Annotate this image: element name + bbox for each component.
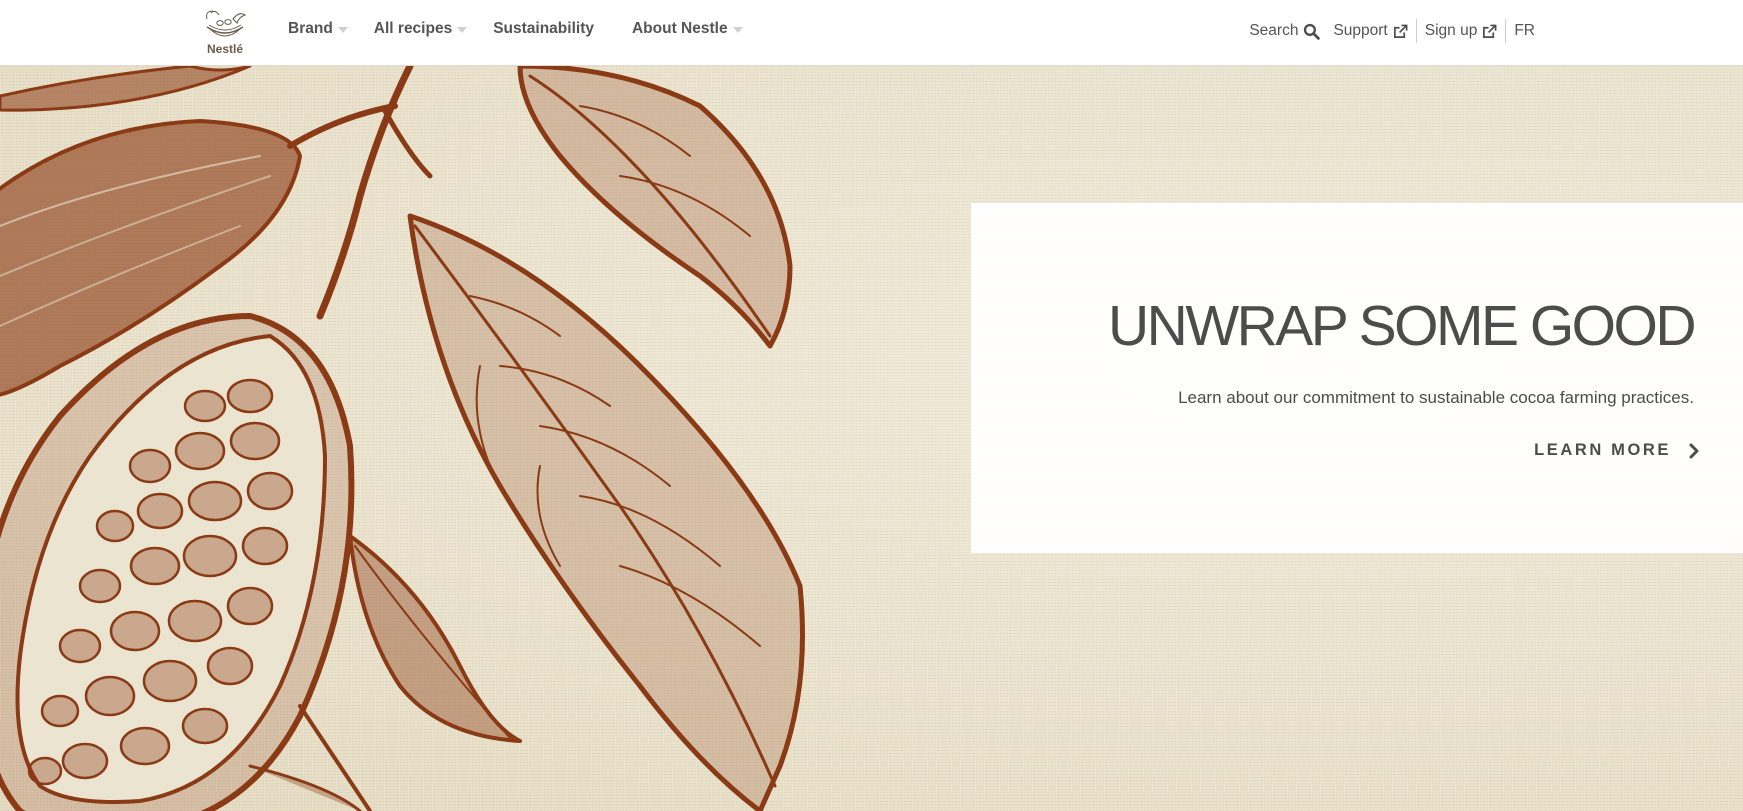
promo-title: UNWRAP SOME GOOD [1108,294,1697,358]
promo-subtitle: Learn about our commitment to sustainabl… [1178,388,1694,407]
support-link[interactable]: Support [1333,22,1408,40]
nav-all-recipes[interactable]: All recipes [373,0,468,58]
language-toggle[interactable]: FR [1514,22,1535,40]
utility-divider [1505,19,1507,43]
search-label: Search [1249,22,1299,39]
search-button[interactable]: Search [1249,22,1321,40]
nav-brand[interactable]: Brand [288,0,348,58]
nav-sustainability-label: Sustainability [493,20,594,37]
nav-all-recipes-label: All recipes [373,20,453,37]
site-header: Nestlé Brand All recipes Sustainability … [0,0,1743,66]
nav-brand-label: Brand [288,20,333,37]
learn-more-link[interactable]: LEARN MORE [1534,441,1701,460]
utility-nav: Search Support Sign up FR [1249,0,1535,62]
signup-link[interactable]: Sign up [1425,22,1498,40]
nav-about-nestle-label: About Nestle [631,20,728,37]
external-link-icon [1393,24,1408,38]
caret-down-icon [457,27,468,33]
nestle-nest-logo-icon: Nestlé [206,10,247,56]
hero-banner: UNWRAP SOME GOOD Learn about our commitm… [0,66,1743,811]
signup-label: Sign up [1424,22,1478,39]
promo-card: UNWRAP SOME GOOD Learn about our commitm… [971,203,1743,553]
utility-divider [1415,19,1417,43]
main-nav: Brand All recipes Sustainability About N… [288,0,743,58]
learn-more-label: LEARN MORE [1534,441,1671,459]
nestle-logo[interactable]: Nestlé [199,5,251,57]
nav-sustainability[interactable]: Sustainability [493,0,594,58]
chevron-right-icon [1689,443,1699,458]
caret-down-icon [337,27,348,33]
language-label: FR [1514,22,1535,39]
nav-about-nestle[interactable]: About Nestle [632,0,743,58]
external-link-icon [1483,24,1497,38]
support-label: Support [1333,22,1388,39]
search-icon [1304,23,1321,40]
cocoa-pod-illustration [0,66,805,811]
caret-down-icon [732,27,743,33]
logo-wordmark: Nestlé [207,42,243,56]
